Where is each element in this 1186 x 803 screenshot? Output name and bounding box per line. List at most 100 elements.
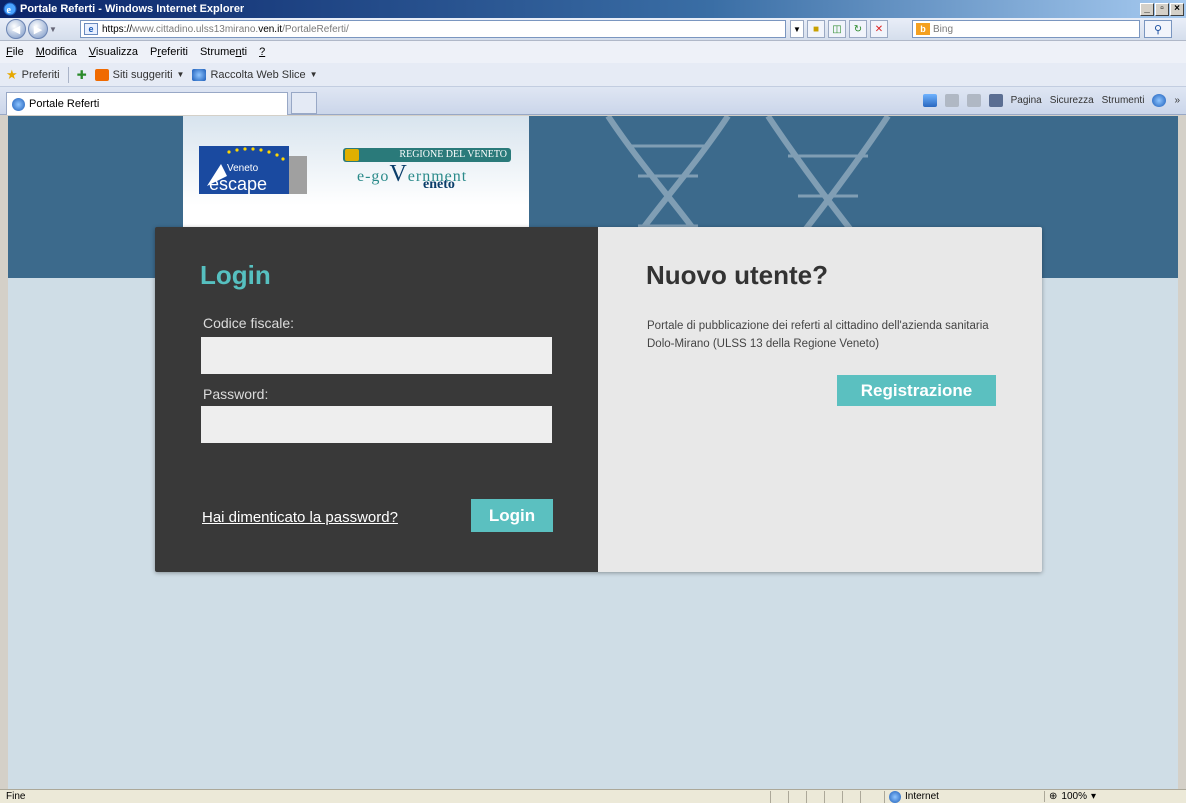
menu-file[interactable]: File (6, 46, 24, 58)
tab-row: Portale Referti Pagina Sicurezza Strumen… (0, 87, 1186, 115)
web-slice-icon (192, 68, 207, 81)
escape-small-text: Veneto (227, 163, 259, 174)
favorites-label: Preferiti (21, 68, 60, 81)
add-favorite-icon[interactable]: ✚ (77, 68, 87, 82)
favorites-button[interactable]: ★ Preferiti (6, 67, 60, 83)
search-placeholder: Bing (933, 23, 954, 35)
tab-title: Portale Referti (29, 98, 100, 110)
escape-big-text: escape (209, 174, 267, 194)
password-label: Password: (203, 386, 269, 402)
page-icon: e (84, 23, 98, 35)
chevron-down-icon: ▼ (309, 70, 318, 79)
url-domain: ven.it (258, 23, 283, 35)
status-cell (842, 790, 860, 803)
refresh-icon[interactable]: ↻ (849, 20, 867, 38)
suggested-sites-icon (94, 68, 109, 81)
svg-text:e: e (7, 5, 12, 16)
help-icon[interactable] (1152, 94, 1167, 107)
web-slice-label: Raccolta Web Slice (210, 68, 306, 81)
login-title: Login (200, 260, 271, 290)
security-menu[interactable]: Sicurezza (1050, 95, 1094, 106)
veneto-escape-logo: Veneto escape (199, 146, 307, 194)
ie-page-icon (12, 97, 25, 111)
command-bar: Pagina Sicurezza Strumenti » (922, 94, 1180, 107)
maximize-button[interactable]: ▫ (1155, 2, 1169, 16)
chevron-down-icon: ▾ (1090, 791, 1096, 802)
lock-icon[interactable]: ■ (807, 20, 825, 38)
web-slice-link[interactable]: Raccolta Web Slice ▼ (192, 68, 318, 81)
codice-fiscale-input[interactable] (201, 337, 552, 374)
status-cell (860, 790, 878, 803)
egovernment-veneto-logo: REGIONE DEL VENETO e-goVernment eneto (343, 148, 511, 192)
back-button[interactable]: ◀ (6, 19, 26, 39)
page-content: Veneto escape REGIONE DEL VENETO e-goVer… (8, 116, 1178, 789)
search-button[interactable]: ⚲ (1144, 20, 1172, 38)
home-icon[interactable] (922, 94, 937, 107)
status-cell (770, 790, 788, 803)
window-title-bar[interactable]: e Portale Referti - Windows Internet Exp… (0, 0, 1186, 18)
minimize-button[interactable]: _ (1140, 2, 1154, 16)
new-tab-button[interactable] (291, 92, 317, 114)
address-input[interactable]: e https://www.cittadino.ulss13mirano. ven… (80, 20, 786, 38)
url-path: /PortaleReferti/ (282, 23, 349, 35)
status-cell (824, 790, 842, 803)
feeds-icon[interactable] (944, 94, 959, 107)
more-commands[interactable]: » (1174, 95, 1180, 106)
forward-arrow-icon: ▶ (33, 23, 43, 36)
login-panel: Login Codice fiscale: Password: Hai dime… (155, 227, 598, 572)
stop-icon[interactable]: ✕ (870, 20, 888, 38)
portal-description: Portale di pubblicazione dei referti al … (647, 320, 989, 350)
mail-icon[interactable] (966, 94, 981, 107)
search-input[interactable]: b Bing (912, 20, 1140, 38)
tab-portale-referti[interactable]: Portale Referti (6, 92, 288, 115)
back-arrow-icon: ◀ (11, 23, 21, 36)
compatibility-icon[interactable]: ◫ (828, 20, 846, 38)
tools-menu[interactable]: Strumenti (1102, 95, 1145, 106)
chevron-down-icon: ▼ (176, 70, 185, 79)
logo-panel: Veneto escape REGIONE DEL VENETO e-goVer… (183, 116, 529, 228)
url-subdomain: www.cittadino.ulss13mirano. (132, 23, 259, 35)
url-prefix: https:// (102, 23, 133, 35)
page-menu[interactable]: Pagina (1011, 95, 1042, 106)
address-bar-row: ◀ ▶ ▼ e https://www.cittadino.ulss13mira… (0, 18, 1186, 41)
regione-crest-icon (345, 149, 359, 161)
new-user-title: Nuovo utente? (646, 260, 828, 290)
suggested-sites-link[interactable]: Siti suggeriti ▼ (94, 68, 185, 81)
print-icon[interactable] (988, 94, 1003, 107)
veneto-text: eneto (423, 177, 455, 192)
address-dropdown-icon[interactable]: ▼ (790, 20, 804, 38)
close-button[interactable]: × (1170, 2, 1184, 16)
favorites-bar: ★ Preferiti ✚ Siti suggeriti ▼ Raccolta … (0, 63, 1186, 87)
zoom-icon: ⊕ (1049, 791, 1058, 802)
ie-logo-icon: e (3, 2, 17, 16)
status-cell (806, 790, 824, 803)
menu-strumenti[interactable]: Strumenti (200, 46, 247, 58)
forgot-password-link[interactable]: Hai dimenticato la password? (202, 509, 398, 526)
status-text: Fine (6, 791, 26, 802)
separator (67, 66, 69, 83)
zoom-level: 100% (1061, 791, 1087, 802)
suggested-sites-label: Siti suggeriti (112, 68, 173, 81)
security-zone[interactable]: Internet (884, 790, 1034, 803)
star-icon: ★ (6, 66, 18, 82)
forward-button[interactable]: ▶ (28, 19, 48, 39)
login-button[interactable]: Login (471, 499, 553, 532)
menu-preferiti[interactable]: Preferiti (150, 46, 188, 58)
zoom-control[interactable]: ⊕ 100% ▾ (1044, 791, 1096, 802)
status-bar: Fine Internet ⊕ 100% ▾ (0, 789, 1186, 803)
login-card: Login Codice fiscale: Password: Hai dime… (155, 227, 1042, 572)
menu-visualizza[interactable]: Visualizza (89, 46, 138, 58)
new-user-panel: Nuovo utente? Portale di pubblicazione d… (598, 227, 1042, 572)
zone-label: Internet (905, 791, 939, 802)
status-cell (788, 790, 806, 803)
window-title: Portale Referti - Windows Internet Explo… (20, 3, 245, 15)
regione-banner: REGIONE DEL VENETO (343, 148, 511, 162)
search-icon: ⚲ (1153, 23, 1163, 36)
menu-help[interactable]: ? (259, 46, 265, 58)
password-input[interactable] (201, 406, 552, 443)
registration-button[interactable]: Registrazione (837, 375, 996, 406)
menu-modifica[interactable]: Modifica (36, 46, 77, 58)
menu-bar: File Modifica Visualizza Preferiti Strum… (0, 41, 1186, 63)
history-dropdown-icon[interactable]: ▼ (48, 25, 58, 34)
codice-fiscale-label: Codice fiscale: (203, 315, 295, 331)
